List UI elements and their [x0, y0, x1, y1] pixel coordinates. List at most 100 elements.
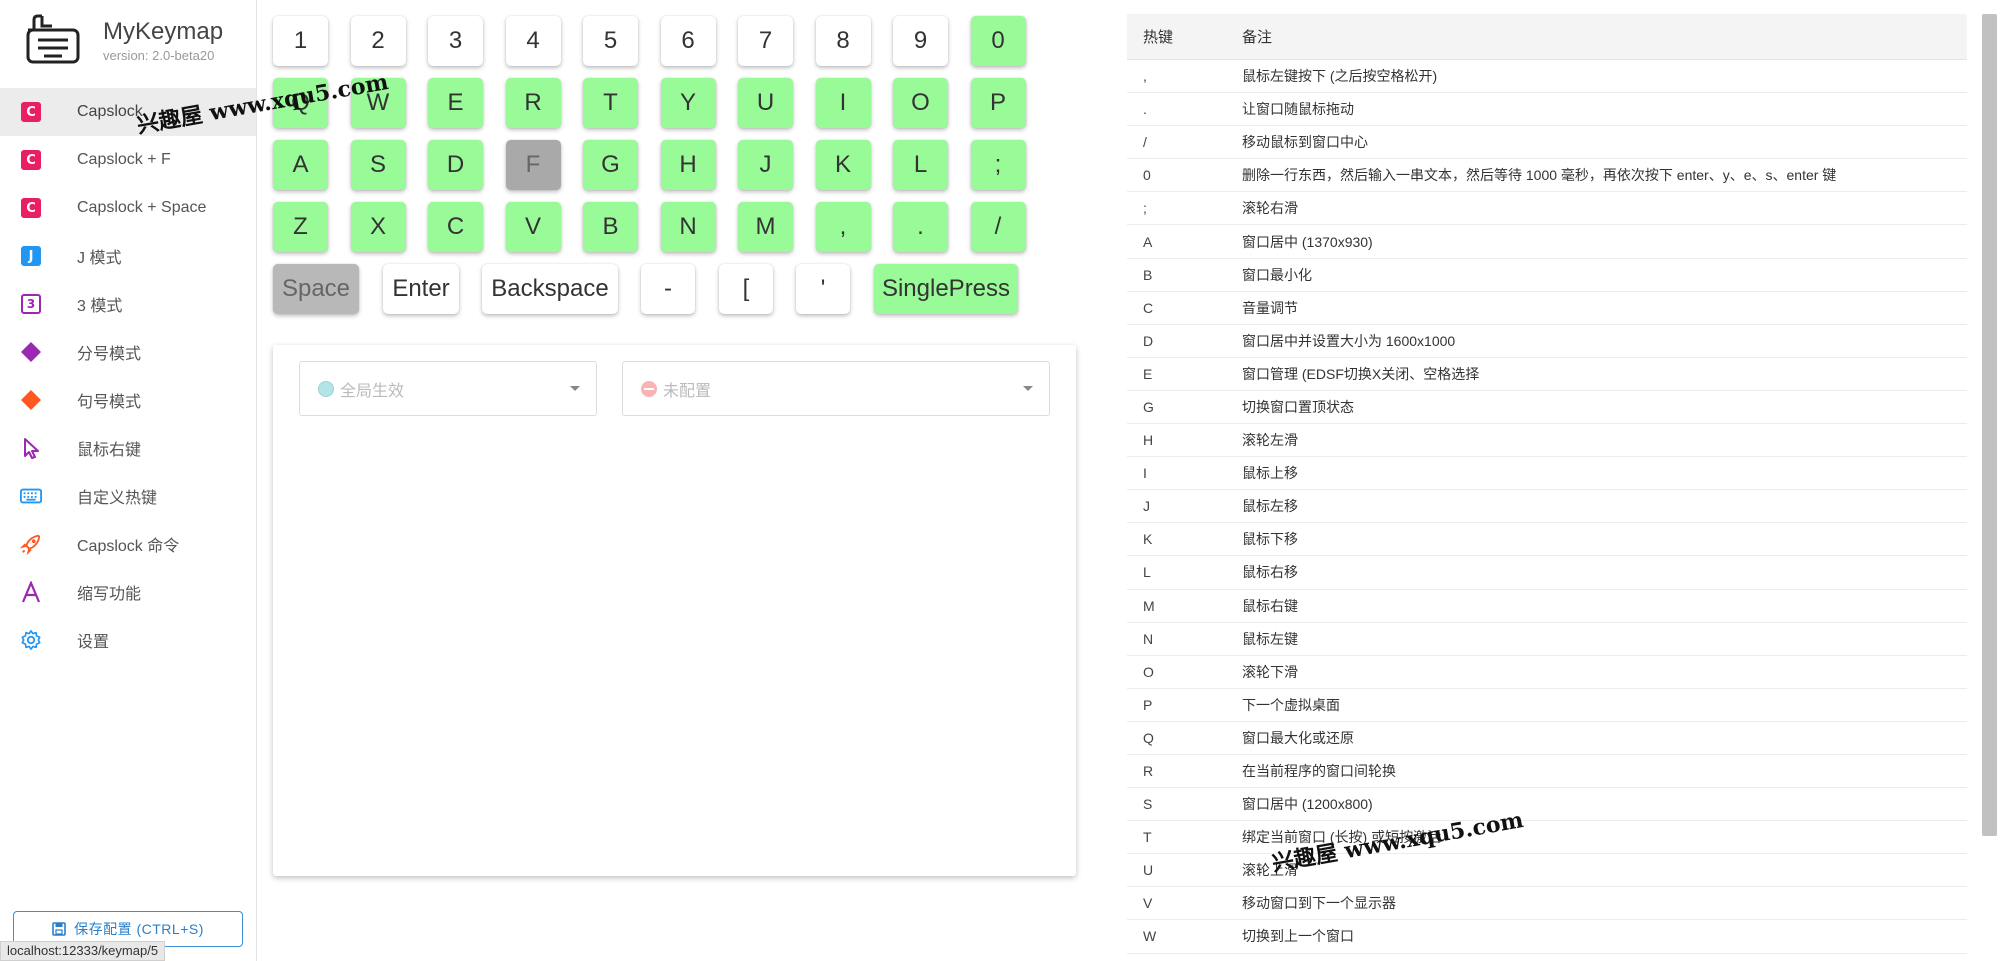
note-cell: 鼠标左键 [1242, 630, 1298, 647]
capslock-c-icon: C [20, 149, 42, 171]
key-button[interactable]: ; [970, 140, 1026, 190]
key-button[interactable]: O [893, 78, 948, 128]
key-button[interactable]: C [428, 202, 483, 252]
table-row[interactable]: G 切换窗口置顶状态 [1127, 391, 1967, 425]
key-button[interactable]: 1 [273, 16, 328, 66]
key-button[interactable]: 5 [583, 16, 638, 66]
key-button[interactable]: 2 [350, 16, 406, 66]
table-row[interactable]: P 下一个虚拟桌面 [1127, 689, 1967, 722]
key-button[interactable]: 6 [660, 16, 716, 66]
key-button[interactable]: E [428, 78, 483, 128]
table-row[interactable]: E 窗口管理 (EDSF切换X关闭、空格选择 [1127, 358, 1967, 391]
key-button[interactable]: Z [273, 202, 328, 252]
key-button[interactable]: H [660, 140, 716, 190]
key-button[interactable]: SinglePress [874, 264, 1018, 314]
hotkey-config-panel: 全局生效 未配置 [273, 345, 1076, 876]
key-button[interactable]: 9 [893, 16, 948, 66]
table-row[interactable]: H 滚轮左滑 [1127, 424, 1967, 458]
table-row[interactable]: W 切换到上一个窗口 [1127, 920, 1967, 954]
sidebar-item-label: Capslock + Space [77, 199, 207, 216]
action-select[interactable]: 未配置 [622, 361, 1050, 416]
key-button[interactable]: I [815, 78, 871, 128]
key-button[interactable]: L [893, 140, 948, 190]
table-row[interactable]: N 鼠标左键 [1127, 623, 1967, 656]
sidebar-item-mouse-right[interactable]: 鼠标右键 [0, 424, 256, 472]
key-button[interactable]: Backspace [482, 264, 618, 314]
sidebar-item-settings[interactable]: 设置 [0, 616, 256, 664]
sidebar-item-abbreviation[interactable]: 缩写功能 [0, 568, 256, 616]
table-row[interactable]: A 窗口居中 (1370x930) [1127, 225, 1967, 259]
app-version: version: 2.0-beta20 [103, 48, 215, 63]
table-row[interactable]: K 鼠标下移 [1127, 523, 1967, 557]
table-row[interactable]: L 鼠标右移 [1127, 556, 1967, 590]
key-button[interactable]: R [505, 78, 561, 128]
table-row[interactable]: V 移动窗口到下一个显示器 [1127, 887, 1967, 921]
scope-select[interactable]: 全局生效 [299, 361, 597, 416]
hotkey-cell: C [1143, 299, 1154, 316]
hotkey-cell: A [1143, 233, 1153, 250]
key-button[interactable]: P [970, 78, 1026, 128]
key-button[interactable]: S [350, 140, 406, 190]
sidebar-item-j-mode[interactable]: J J 模式 [0, 232, 256, 280]
key-button[interactable]: Y [660, 78, 716, 128]
key-button[interactable]: 7 [738, 16, 793, 66]
key-button[interactable]: G [583, 140, 638, 190]
table-row[interactable]: O 滚轮下滑 [1127, 656, 1967, 689]
key-button[interactable]: V [505, 202, 561, 252]
note-cell: 切换窗口置顶状态 [1242, 398, 1354, 415]
sidebar-item-period-mode[interactable]: 句号模式 [0, 376, 256, 424]
key-button[interactable]: 4 [505, 16, 561, 66]
key-button[interactable]: 8 [815, 16, 871, 66]
scope-select-value: 全局生效 [340, 382, 405, 400]
table-row[interactable]: B 窗口最小化 [1127, 259, 1967, 292]
table-row[interactable]: Q 窗口最大化或还原 [1127, 722, 1967, 755]
key-button[interactable]: ' [796, 264, 850, 314]
key-button[interactable]: 3 [428, 16, 483, 66]
key-button[interactable]: Space [273, 264, 359, 314]
table-row[interactable]: J 鼠标左移 [1127, 490, 1967, 524]
key-button[interactable]: . [893, 202, 948, 252]
rocket-icon [20, 533, 42, 556]
key-button[interactable]: J [738, 140, 793, 190]
table-row[interactable]: C 音量调节 [1127, 292, 1967, 325]
sidebar-item-semicolon-mode[interactable]: 分号模式 [0, 328, 256, 376]
sidebar-item-capslock-command[interactable]: Capslock 命令 [0, 520, 256, 568]
table-row[interactable]: R 在当前程序的窗口间轮换 [1127, 755, 1967, 789]
key-button[interactable]: K [815, 140, 871, 190]
key-button[interactable]: [ [719, 264, 773, 314]
key-button[interactable]: / [970, 202, 1026, 252]
sidebar-item-custom-hotkey[interactable]: 自定义热键 [0, 472, 256, 520]
table-row[interactable]: , 鼠标左键按下 (之后按空格松开) [1127, 60, 1967, 94]
key-button[interactable]: 0 [970, 16, 1026, 66]
globe-icon [318, 380, 334, 397]
table-row[interactable]: D 窗口居中并设置大小为 1600x1000 [1127, 325, 1967, 358]
key-button[interactable]: U [738, 78, 793, 128]
table-row[interactable]: U 滚轮上滑 [1127, 854, 1967, 888]
key-button[interactable]: B [583, 202, 638, 252]
abbreviation-a-icon [20, 581, 42, 603]
table-row[interactable]: . 让窗口随鼠标拖动 [1127, 93, 1967, 127]
key-button[interactable]: - [641, 264, 695, 314]
key-button[interactable]: N [660, 202, 716, 252]
table-row[interactable]: 0 删除一行东西，然后输入一串文本，然后等待 1000 毫秒，再依次按下 ente… [1127, 159, 1967, 193]
table-row[interactable]: T 绑定当前窗口 (长按) 或短按激活 [1127, 821, 1967, 855]
hotkey-cell: Q [1143, 729, 1154, 746]
key-button[interactable]: , [815, 202, 871, 252]
key-button[interactable]: T [583, 78, 638, 128]
key-button[interactable]: A [273, 140, 328, 190]
table-row[interactable]: M 鼠标右键 [1127, 590, 1967, 623]
key-button[interactable]: D [428, 140, 483, 190]
sidebar-item-capslock-space[interactable]: C Capslock + Space [0, 184, 256, 232]
table-row[interactable]: S 窗口居中 (1200x800) [1127, 788, 1967, 822]
table-row[interactable]: ; 滚轮右滑 [1127, 192, 1967, 226]
table-row[interactable]: I 鼠标上移 [1127, 457, 1967, 491]
table-row[interactable]: / 移动鼠标到窗口中心 [1127, 126, 1967, 160]
key-button[interactable]: M [738, 202, 793, 252]
key-button[interactable]: Enter [383, 264, 459, 314]
scrollbar[interactable] [1982, 14, 1997, 836]
key-button[interactable]: X [350, 202, 406, 252]
sidebar-item-capslock-f[interactable]: C Capslock + F [0, 136, 256, 184]
key-button[interactable]: F [505, 140, 561, 190]
hotkey-cell: L [1143, 564, 1151, 581]
sidebar-item-3-mode[interactable]: 3 3 模式 [0, 280, 256, 328]
